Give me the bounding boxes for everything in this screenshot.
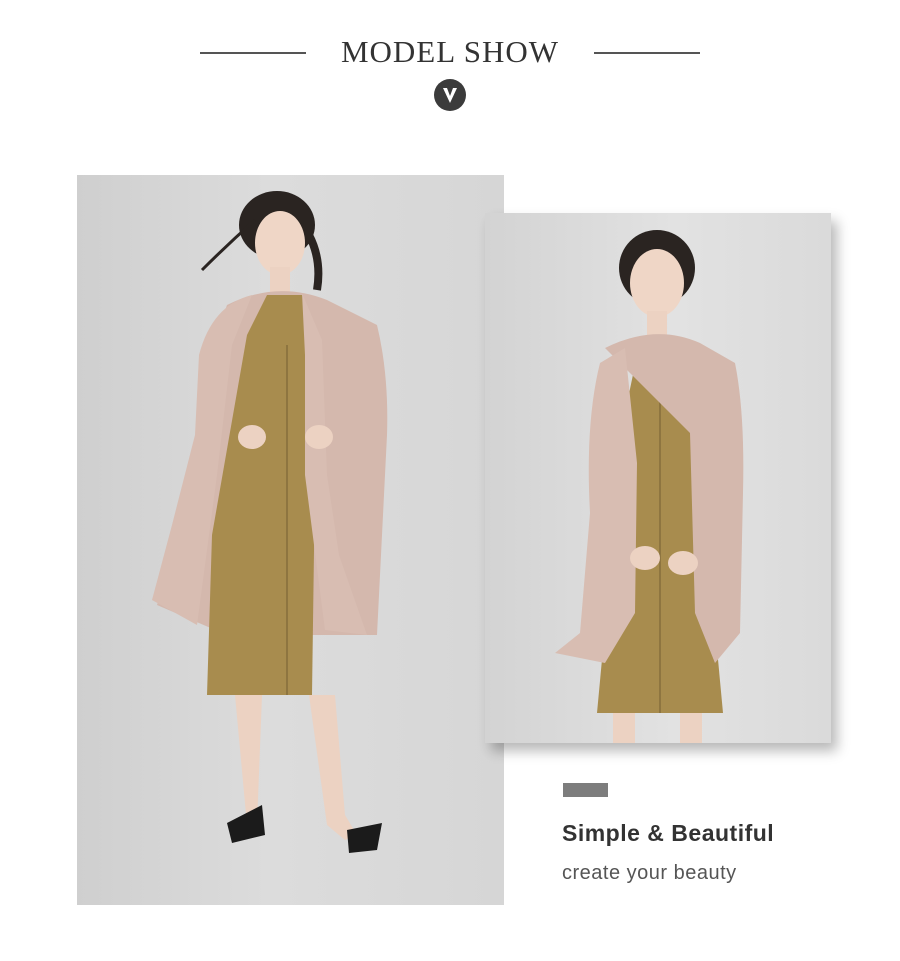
accent-bar	[563, 783, 608, 797]
model-photo-three-quarter	[485, 213, 831, 743]
model-photo-full-length	[77, 175, 504, 905]
chevron-down-icon	[434, 79, 466, 111]
section-title: MODEL SHOW	[340, 34, 560, 69]
header-divider-right	[594, 52, 700, 54]
caption-heading: Simple & Beautiful	[562, 820, 775, 846]
caption-subheading: create your beauty	[562, 862, 737, 884]
